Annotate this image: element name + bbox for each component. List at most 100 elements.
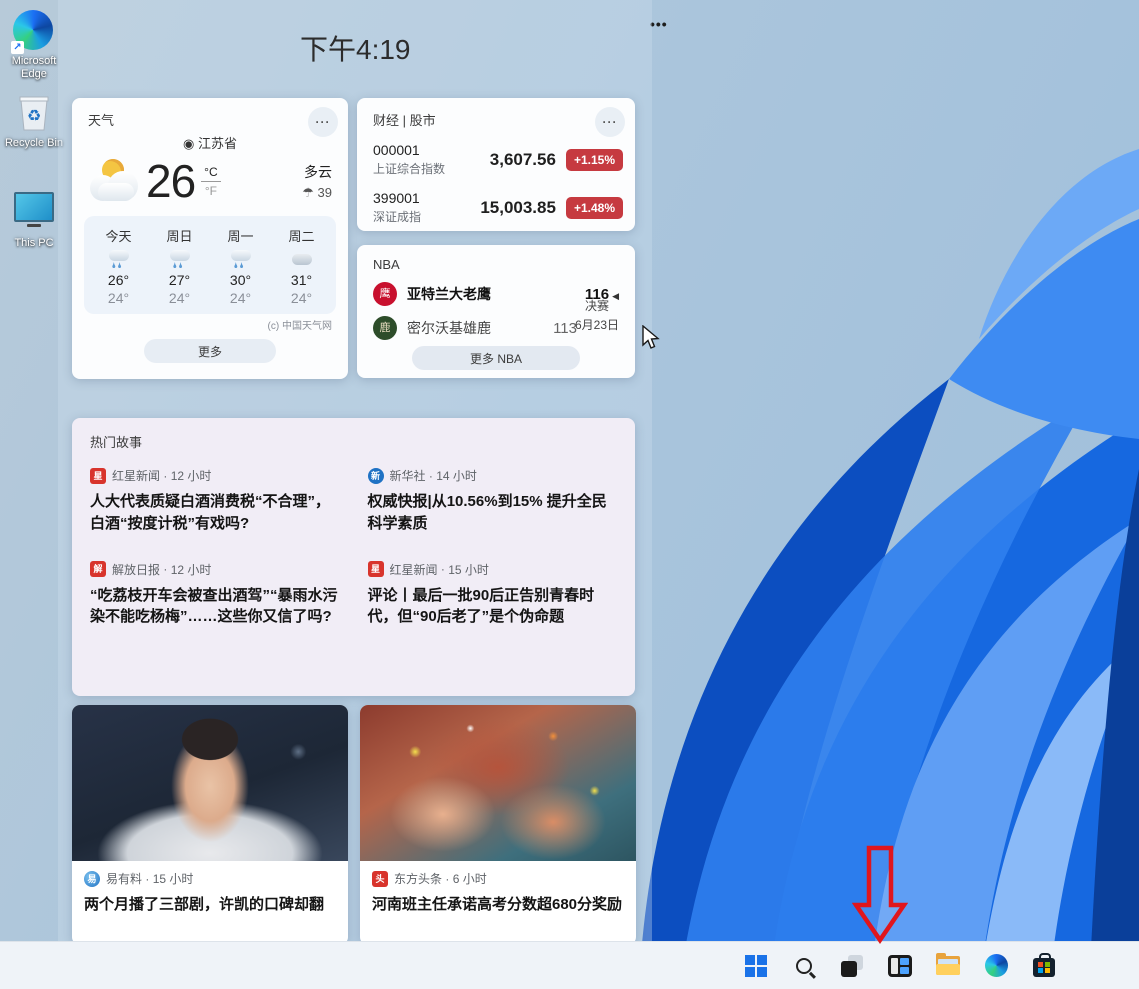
- temperature-unit-toggle[interactable]: °C °F: [201, 165, 220, 198]
- team-name: 密尔沃基雄鹿: [407, 318, 491, 338]
- location-pin-icon: ◉: [183, 136, 194, 151]
- stock-row[interactable]: 000001 上证综合指数 3,607.56 +1.15%: [357, 142, 635, 177]
- desktop-icon-label: Microsoft Edge: [2, 55, 66, 80]
- source-name: 红星新闻: [112, 467, 160, 484]
- forecast-day[interactable]: 周一 🌢🌢 30° 24°: [210, 226, 271, 306]
- nba-widget-card[interactable]: NBA 鹰 亚特兰大老鹰 116◀ 鹿 密尔沃基雄鹿 113 决赛 6月23日 …: [357, 245, 635, 378]
- finance-widget-card[interactable]: 财经 | 股市 ··· 000001 上证综合指数 3,607.56 +1.15…: [357, 98, 635, 231]
- file-explorer-icon: [936, 956, 960, 975]
- this-pc-icon: [13, 192, 55, 234]
- news-photo-celebration: [360, 705, 636, 861]
- stock-value: 15,003.85: [480, 198, 556, 218]
- story-item[interactable]: 新 新华社 · 14 小时 权威快报|从10.56%到15% 提升全民科学素质: [368, 467, 618, 535]
- story-time: 14 小时: [436, 467, 477, 484]
- task-view-button[interactable]: [832, 946, 872, 986]
- recycle-bin-icon: ♻: [13, 92, 55, 134]
- bucks-logo-icon: 鹿: [373, 316, 397, 340]
- microsoft-store-button[interactable]: [1024, 946, 1064, 986]
- game-meta: 决赛 6月23日: [575, 297, 619, 335]
- rain-icon: 🌢🌢: [229, 250, 253, 268]
- desktop-icon-recycle-bin[interactable]: ♻ Recycle Bin: [2, 92, 66, 150]
- news-image-card[interactable]: 易 易有料 · 15 小时 两个月播了三部剧，许凯的口碑却翻: [72, 705, 348, 945]
- search-icon: [796, 958, 812, 974]
- rain-icon: 🌢🌢: [107, 250, 131, 268]
- source-name: 东方头条: [394, 870, 442, 887]
- annotation-arrow-icon: [852, 845, 908, 945]
- weather-location: ◉ 江苏省: [72, 133, 348, 152]
- weather-condition-icon: [88, 159, 142, 203]
- start-button[interactable]: [736, 946, 776, 986]
- search-button[interactable]: [784, 946, 824, 986]
- story-headline[interactable]: 两个月播了三部剧，许凯的口碑却翻: [84, 894, 336, 915]
- story-headline[interactable]: “吃荔枝开车会被查出酒驾”“暴雨水污染不能吃杨梅”……这些你又信了吗?: [90, 585, 340, 629]
- weather-credit: (c) 中国天气网: [88, 317, 332, 332]
- forecast-day[interactable]: 周日 🌢🌢 27° 24°: [149, 226, 210, 306]
- team-name: 亚特兰大老鹰: [407, 284, 491, 304]
- stock-name: 上证综合指数: [373, 160, 445, 177]
- stock-change-badge: +1.15%: [566, 149, 623, 171]
- desktop-icon-edge[interactable]: ↗ Microsoft Edge: [2, 10, 66, 80]
- story-time: 15 小时: [448, 561, 489, 578]
- source-name: 新华社: [390, 467, 426, 484]
- team-score: 113: [553, 320, 577, 337]
- rain-icon: 🌢🌢: [168, 250, 192, 268]
- desktop-ellipsis-icon: •••: [650, 16, 668, 32]
- stock-value: 3,607.56: [490, 150, 556, 170]
- forecast-day[interactable]: 周二 31° 24°: [271, 226, 332, 306]
- story-time: 6 小时: [453, 870, 487, 887]
- source-logo-icon: 解: [90, 561, 106, 577]
- story-headline[interactable]: 评论丨最后一批90后正告别青春时代，但“90后老了”是个伪命题: [368, 585, 618, 629]
- source-logo-icon: 新: [368, 468, 384, 484]
- forecast-day[interactable]: 今天 🌢🌢 26° 24°: [88, 226, 149, 306]
- game-stage: 决赛: [575, 297, 619, 316]
- stock-code: 399001: [373, 190, 421, 206]
- story-time: 15 小时: [153, 870, 194, 887]
- task-view-icon: [841, 955, 863, 977]
- story-headline[interactable]: 河南班主任承诺高考分数超680分奖励: [372, 894, 624, 915]
- game-date: 6月23日: [575, 316, 619, 335]
- widgets-icon: [888, 955, 912, 977]
- story-item[interactable]: 解 解放日报 · 12 小时 “吃荔枝开车会被查出酒驾”“暴雨水污染不能吃杨梅”…: [90, 561, 340, 629]
- svg-text:♻: ♻: [27, 108, 41, 125]
- hawks-logo-icon: 鹰: [373, 282, 397, 306]
- news-photo-portrait: [72, 705, 348, 861]
- widgets-time: 下午4:19: [300, 28, 411, 68]
- weather-more-button[interactable]: 更多: [144, 339, 276, 363]
- stock-row[interactable]: 399001 深证成指 15,003.85 +1.48%: [357, 190, 635, 225]
- microsoft-store-icon: [1033, 958, 1055, 977]
- rain-probability: ☂ 39: [302, 185, 332, 201]
- widgets-taskbar-button[interactable]: [880, 946, 920, 986]
- nba-more-button[interactable]: 更多 NBA: [412, 346, 580, 370]
- edge-button[interactable]: [976, 946, 1016, 986]
- story-headline[interactable]: 人大代表质疑白酒消费税“不合理”，白酒“按度计税”有戏吗?: [90, 491, 340, 535]
- source-name: 易有料: [106, 870, 142, 887]
- finance-more-options-button[interactable]: ···: [595, 107, 625, 137]
- hot-stories-title: 热门故事: [90, 432, 617, 451]
- weather-condition-text: 多云: [302, 162, 332, 182]
- umbrella-icon: ☂: [302, 185, 314, 200]
- weather-forecast-strip: 今天 🌢🌢 26° 24° 周日 🌢🌢 27° 24° 周一 🌢🌢 30° 24…: [84, 216, 336, 314]
- desktop-icon-label: This PC: [2, 237, 66, 250]
- widgets-panel: 下午4:19 天气 ··· ◉ 江苏省 26 °C °F 多云 ☂: [58, 0, 652, 941]
- source-logo-icon: 星: [368, 561, 384, 577]
- story-item[interactable]: 星 红星新闻 · 15 小时 评论丨最后一批90后正告别青春时代，但“90后老了…: [368, 561, 618, 629]
- taskbar: [0, 941, 1139, 989]
- mouse-cursor: [641, 325, 661, 351]
- story-time: 12 小时: [171, 467, 212, 484]
- start-icon: [745, 955, 767, 977]
- hot-stories-card: 热门故事 星 红星新闻 · 12 小时 人大代表质疑白酒消费税“不合理”，白酒“…: [72, 418, 635, 696]
- desktop-icon-label: Recycle Bin: [2, 137, 66, 150]
- source-logo-icon: 头: [372, 871, 388, 887]
- edge-icon: ↗: [13, 10, 55, 52]
- story-headline[interactable]: 权威快报|从10.56%到15% 提升全民科学素质: [368, 491, 618, 535]
- weather-widget-card[interactable]: 天气 ··· ◉ 江苏省 26 °C °F 多云 ☂ 39: [72, 98, 348, 379]
- current-temperature: 26: [146, 154, 195, 208]
- file-explorer-button[interactable]: [928, 946, 968, 986]
- stock-change-badge: +1.48%: [566, 197, 623, 219]
- desktop-icon-this-pc[interactable]: This PC: [2, 188, 66, 250]
- source-name: 解放日报: [112, 561, 160, 578]
- weather-more-options-button[interactable]: ···: [308, 107, 338, 137]
- story-item[interactable]: 星 红星新闻 · 12 小时 人大代表质疑白酒消费税“不合理”，白酒“按度计税”…: [90, 467, 340, 535]
- cloudy-icon: [290, 250, 314, 268]
- news-image-card[interactable]: 头 东方头条 · 6 小时 河南班主任承诺高考分数超680分奖励: [360, 705, 636, 945]
